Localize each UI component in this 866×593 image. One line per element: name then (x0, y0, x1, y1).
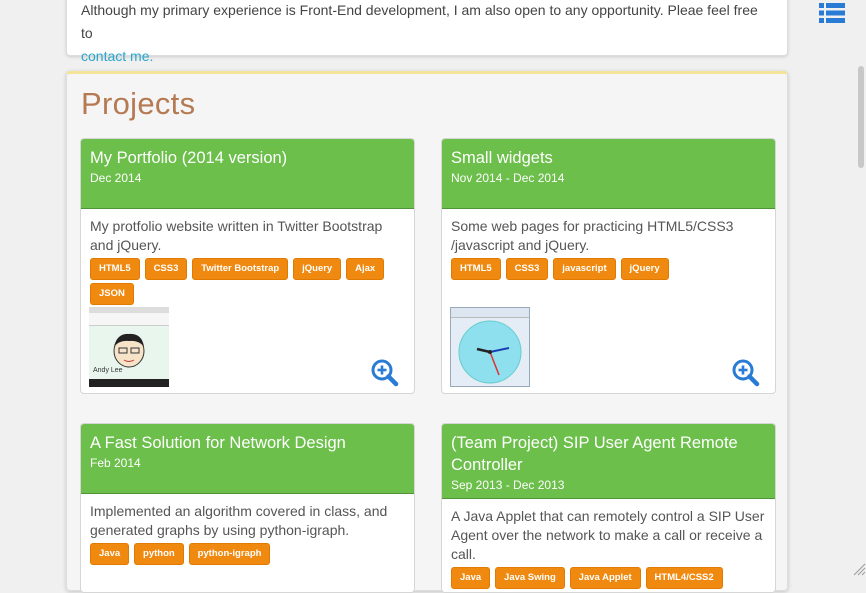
card-header: A Fast Solution for Network Design Feb 2… (81, 424, 414, 494)
card-description: My protfolio website written in Twitter … (90, 218, 383, 253)
card-body: A Java Applet that can remotely control … (442, 499, 775, 591)
thumbnail-caption: Andy Lee (93, 367, 123, 374)
tag: HTML4/CSS2 (645, 567, 723, 589)
resize-grip-icon[interactable] (850, 560, 866, 576)
project-card-widgets: Small widgets Nov 2014 - Dec 2014 Some w… (441, 138, 776, 394)
card-date: Dec 2014 (90, 171, 142, 185)
tag-list: Java Java Swing Java Applet HTML4/CSS2 (451, 566, 766, 591)
card-body: Some web pages for practicing HTML5/CSS3… (442, 209, 775, 282)
card-title[interactable]: (Team Project) SIP User Agent Remote Con… (451, 432, 766, 476)
project-card-portfolio: My Portfolio (2014 version) Dec 2014 My … (80, 138, 415, 394)
project-card-sip-controller: (Team Project) SIP User Agent Remote Con… (441, 423, 776, 593)
tag: javascript (553, 258, 616, 280)
about-panel: Although my primary experience is Front-… (66, 0, 788, 64)
card-date: Nov 2014 - Dec 2014 (451, 171, 565, 185)
tag: jQuery (620, 258, 669, 280)
project-card-network-design: A Fast Solution for Network Design Feb 2… (80, 423, 415, 593)
tag: CSS3 (144, 258, 188, 280)
card-title[interactable]: Small widgets (451, 147, 766, 169)
tag: HTML5 (90, 258, 140, 280)
projects-panel: Projects My Portfolio (2014 version) Dec… (66, 71, 788, 593)
scrollbar-thumb[interactable] (858, 66, 864, 168)
tag: Ajax (346, 258, 385, 280)
tag: Java Swing (495, 567, 565, 589)
zoom-in-icon[interactable] (732, 359, 760, 387)
tag: Twitter Bootstrap (192, 258, 289, 280)
card-body: Implemented an algorithm covered in clas… (81, 494, 414, 567)
about-text: Although my primary experience is Front-… (81, 2, 758, 41)
tag: python (134, 543, 184, 565)
tag-list: Java python python-igraph (90, 542, 405, 567)
projects-heading: Projects (81, 86, 196, 121)
portfolio-screenshot[interactable]: Andy Lee (89, 307, 169, 387)
tag-list: HTML5 CSS3 Twitter Bootstrap jQuery Ajax… (90, 257, 405, 307)
card-date: Sep 2013 - Dec 2013 (451, 478, 565, 492)
card-description: Implemented an algorithm covered in clas… (90, 503, 388, 538)
tag: JSON (90, 283, 134, 305)
tag: CSS3 (505, 258, 549, 280)
tag: Java Applet (569, 567, 641, 589)
tag: jQuery (293, 258, 342, 280)
card-body: My protfolio website written in Twitter … (81, 209, 414, 307)
card-title[interactable]: A Fast Solution for Network Design (90, 432, 405, 454)
contact-link[interactable]: contact me. (81, 48, 153, 64)
tag-list: HTML5 CSS3 javascript jQuery (451, 257, 766, 282)
card-date: Feb 2014 (90, 456, 141, 470)
card-header: (Team Project) SIP User Agent Remote Con… (442, 424, 775, 499)
list-icon[interactable] (819, 2, 845, 24)
card-title[interactable]: My Portfolio (2014 version) (90, 147, 405, 169)
card-header: My Portfolio (2014 version) Dec 2014 (81, 139, 414, 209)
card-header: Small widgets Nov 2014 - Dec 2014 (442, 139, 775, 209)
card-description: Some web pages for practicing HTML5/CSS3… (451, 218, 734, 253)
card-description: A Java Applet that can remotely control … (451, 508, 765, 562)
tag: HTML5 (451, 258, 501, 280)
clock-widget-screenshot[interactable] (450, 307, 530, 387)
tag: Java (451, 567, 491, 589)
tag: Java (90, 543, 130, 565)
zoom-in-icon[interactable] (371, 359, 399, 387)
tag: python-igraph (188, 543, 271, 565)
